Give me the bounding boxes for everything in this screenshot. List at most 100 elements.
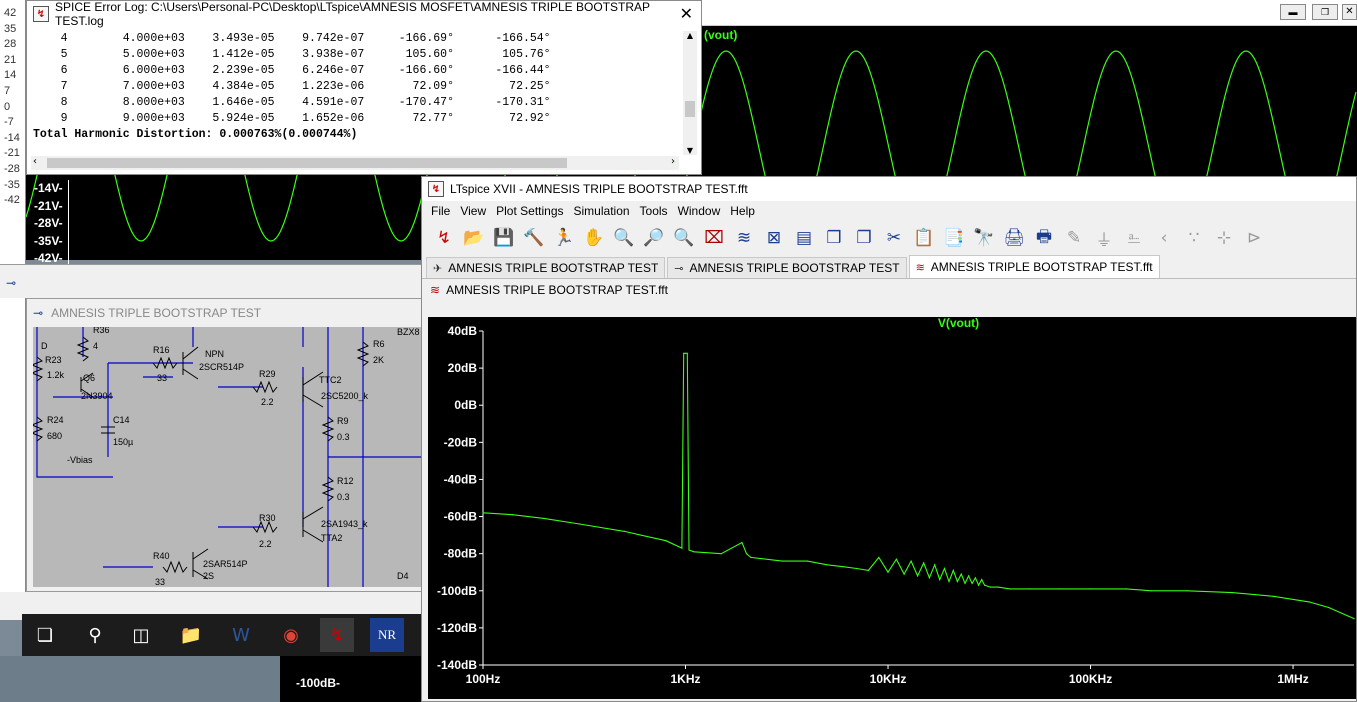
fft-y-tick-label: 20dB [448, 361, 478, 375]
find-icon[interactable]: 🔭 [970, 224, 998, 252]
fft-data-point [984, 584, 986, 586]
fft-data-point [917, 575, 919, 577]
tab-fft[interactable]: ≋ AMNESIS TRIPLE BOOTSTRAP TEST.fft [908, 255, 1160, 278]
fft-plot-area[interactable]: 40dB 20dB 0dB -20dB -40dB -60dB -80dB -100dB -12… [428, 316, 1356, 699]
log-titlebar: ↯ SPICE Error Log: C:\Users\Personal-PC\… [27, 0, 701, 28]
spice-error-log-window[interactable]: ↯ SPICE Error Log: C:\Users\Personal-PC\… [26, 0, 702, 175]
fft-data-point [878, 556, 880, 558]
tab-schematic-2[interactable]: ⊸ AMNESIS TRIPLE BOOTSTRAP TEST [667, 257, 907, 278]
windows-start-icon[interactable]: ❏ [28, 618, 62, 652]
log-row: 4 4.000e+03 3.493e-05 9.742e-07 -166.69°… [33, 32, 551, 45]
schematic-strip-icon: ⊸ [6, 276, 17, 290]
fft-data-point [960, 573, 962, 575]
fft-data-point [683, 352, 685, 354]
cascade-icon[interactable]: ❒ [820, 224, 848, 252]
scroll-down-icon[interactable]: ▼ [683, 146, 697, 155]
fft-data-point [903, 573, 905, 575]
fft-data-point [1231, 592, 1233, 594]
sch-r40v: 33 [155, 577, 165, 587]
print-preview-icon[interactable]: 🖨 [1000, 224, 1028, 252]
task-view-icon[interactable]: ◫ [124, 618, 158, 652]
capacitor-icon[interactable]: ∵ [1180, 224, 1208, 252]
sch-r30: R30 [259, 513, 276, 523]
scroll-left-icon[interactable]: ‹ [33, 156, 37, 167]
paste-icon[interactable]: 📑 [940, 224, 968, 252]
word-icon[interactable]: W [224, 618, 258, 652]
autorange-icon[interactable]: ≋ [730, 224, 758, 252]
menu-tools[interactable]: Tools [635, 204, 673, 218]
ltspice-icon: ↯ [428, 181, 444, 197]
fft-data-point [693, 551, 695, 553]
ltspice-main-window[interactable]: ↯ LTspice XVII - AMNESIS TRIPLE BOOTSTRA… [421, 176, 1357, 702]
scroll-right-icon[interactable]: › [671, 156, 675, 167]
ground-icon[interactable]: ⏚ [1090, 224, 1118, 252]
fft-data-point [1328, 606, 1330, 609]
fft-data-point [681, 547, 683, 549]
fft-pane-title: AMNESIS TRIPLE BOOTSTRAP TEST.fft [446, 283, 668, 297]
file-explorer-icon[interactable]: 📁 [174, 618, 208, 652]
sch-tta2: TTA2 [321, 533, 342, 543]
zoom-fit-icon[interactable]: ⌧ [700, 224, 728, 252]
left-edge-tick: -42 [4, 194, 20, 207]
schematic-window[interactable]: ⊸ AMNESIS TRIPLE BOOTSTRAP TEST D R23 1.… [26, 298, 426, 592]
fft-pane-header: ≋ AMNESIS TRIPLE BOOTSTRAP TEST.fft [422, 279, 1356, 301]
chrome-icon[interactable]: ◉ [274, 618, 308, 652]
zoom-in-icon[interactable]: 🔍 [610, 224, 638, 252]
close-button-bg[interactable]: ✕ [1342, 4, 1357, 20]
minimize-button[interactable]: ▬ [1280, 4, 1306, 20]
ltspice-taskbar-icon[interactable]: ↯ [320, 618, 354, 652]
log-content[interactable]: 4 4.000e+03 3.493e-05 9.742e-07 -166.69°… [33, 31, 683, 159]
schematic-canvas[interactable]: D R23 1.2k R36 4 Q6 2N3904 R24 680 C14 1… [33, 327, 421, 587]
fft-data-point [934, 564, 936, 566]
hscroll-thumb[interactable] [47, 158, 567, 168]
print-icon[interactable]: 🖶 [1030, 224, 1058, 252]
restore-button[interactable]: ❐ [1312, 4, 1338, 20]
fft-data-point [741, 541, 743, 544]
log-hscrollbar[interactable]: ‹ › [31, 156, 679, 170]
menu-simulation[interactable]: Simulation [569, 204, 635, 218]
copy-icon[interactable]: 📋 [910, 224, 938, 252]
log-title: SPICE Error Log: C:\Users\Personal-PC\De… [54, 0, 650, 28]
close-icon[interactable]: ✕ [680, 4, 693, 23]
log-vscrollbar[interactable]: ▲ ▼ [683, 31, 697, 155]
waveform-icon: ≋ [430, 283, 441, 297]
inductor-icon[interactable]: ⊹ [1210, 224, 1238, 252]
fft-data-point [543, 517, 545, 519]
fft-data-point [781, 560, 783, 562]
sch-d4: D4 [397, 571, 409, 581]
left-edge-tick: -7 [4, 116, 14, 129]
tab-schematic-1[interactable]: ✈ AMNESIS TRIPLE BOOTSTRAP TEST [426, 257, 666, 278]
menu-file[interactable]: File [426, 204, 455, 218]
zoom-pan-icon[interactable]: 🔎 [640, 224, 668, 252]
nr-app-icon[interactable]: NR [370, 618, 404, 652]
log-row: 8 8.000e+03 1.646e-05 4.591e-07 -170.47°… [33, 96, 551, 109]
label-icon[interactable]: ⎁ [1120, 224, 1148, 252]
search-icon[interactable]: ⚲ [78, 618, 112, 652]
fft-title: V(vout) [938, 317, 979, 330]
fft-data-point [688, 549, 690, 551]
run-icon[interactable]: 🏃 [550, 224, 578, 252]
save-icon[interactable]: 💾 [490, 224, 518, 252]
menu-plot-settings[interactable]: Plot Settings [491, 204, 568, 218]
tile-vertical-icon[interactable]: ❐ [850, 224, 878, 252]
fft-data-point [971, 582, 973, 584]
open-folder-icon[interactable]: 📂 [460, 224, 488, 252]
new-schematic-icon[interactable]: ↯ [430, 224, 458, 252]
tile-horizontal-icon[interactable]: ▤ [790, 224, 818, 252]
menu-window[interactable]: Window [673, 204, 726, 218]
fft-icon[interactable]: ⊠ [760, 224, 788, 252]
fft-data-point [997, 586, 999, 588]
halt-icon[interactable]: ✋ [580, 224, 608, 252]
resistor-icon[interactable]: ‹ [1150, 224, 1178, 252]
wire-icon[interactable]: ✎ [1060, 224, 1088, 252]
diode-icon[interactable]: ⊳ [1240, 224, 1268, 252]
fft-chart[interactable]: 40dB 20dB 0dB -20dB -40dB -60dB -80dB -100dB -12… [428, 316, 1356, 695]
menu-view[interactable]: View [455, 204, 491, 218]
scroll-up-icon[interactable]: ▲ [683, 31, 697, 40]
zoom-out-icon[interactable]: 🔍 [670, 224, 698, 252]
cut-icon[interactable]: ✂ [880, 224, 908, 252]
scroll-thumb[interactable] [685, 101, 695, 117]
control-panel-icon[interactable]: 🔨 [520, 224, 548, 252]
fft-data-point [686, 352, 688, 354]
menu-help[interactable]: Help [725, 204, 760, 218]
